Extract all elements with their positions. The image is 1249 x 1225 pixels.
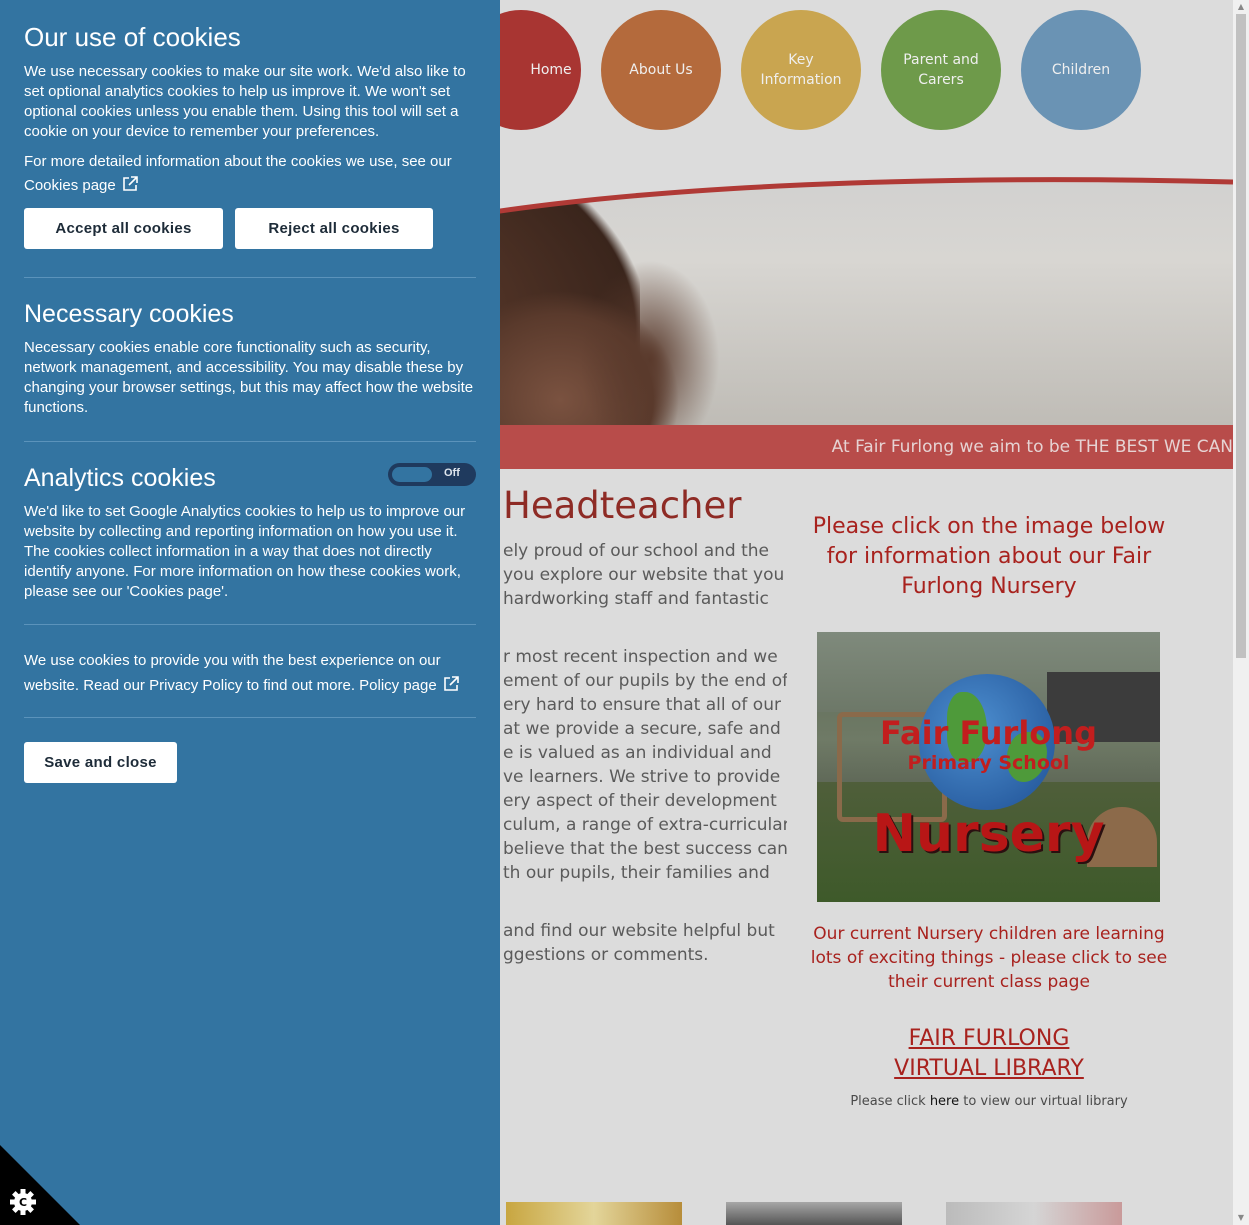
welcome-paragraph-3: and find our website helpful but ggestion… xyxy=(503,919,787,967)
cookie-panel-title: Our use of cookies xyxy=(24,22,241,52)
scroll-up-arrow-icon[interactable]: ▲ xyxy=(1233,0,1249,14)
nursery-image-title: Fair Furlong xyxy=(880,714,1097,752)
nav-about-label: About Us xyxy=(629,62,693,78)
nursery-section: Please click on the image below for info… xyxy=(810,512,1168,602)
nav-key-information[interactable]: Key Information xyxy=(741,10,861,130)
nav-parents-label: Parent and Carers xyxy=(903,52,979,88)
analytics-cookies-toggle[interactable]: Off xyxy=(388,463,476,486)
nursery-image-link[interactable]: Fair Furlong Primary School Nursery xyxy=(817,632,1160,902)
external-link-icon xyxy=(443,676,459,691)
gear-icon: C xyxy=(10,1189,36,1215)
nav-home-label: Home xyxy=(530,62,572,78)
library-link-line-1: FAIR FURLONG xyxy=(908,1026,1070,1051)
cookie-more-info: For more detailed information about the … xyxy=(24,150,476,198)
library-note: Please click here to view our virtual li… xyxy=(810,1094,1168,1109)
welcome-line: ely proud of our school and the xyxy=(503,541,769,561)
nav-key-info-label: Key Information xyxy=(760,52,842,88)
welcome-line: ement of our pupils by the end of xyxy=(503,671,787,691)
toggle-state-label: Off xyxy=(444,467,460,479)
motto-text: At Fair Furlong we aim to be THE BEST WE… xyxy=(831,437,1233,457)
library-note-before: Please click xyxy=(850,1094,930,1109)
welcome-line: ggestions or comments. xyxy=(503,945,709,965)
welcome-line: believe that the best success can xyxy=(503,839,787,859)
nursery-image-word: Nursery xyxy=(872,804,1105,864)
analytics-cookies-text: We'd like to set Google Analytics cookie… xyxy=(24,503,466,600)
nav-children-label: Children xyxy=(1051,62,1111,78)
nav-parent-carers[interactable]: Parent and Carers xyxy=(881,10,1001,130)
cookie-consent-panel: Our use of cookies We use necessary cook… xyxy=(0,0,500,1225)
necessary-cookies-heading: Necessary cookies xyxy=(24,300,234,328)
cookie-intro-text: We use necessary cookies to make our sit… xyxy=(24,63,466,140)
welcome-line: ve learners. We strive to provide xyxy=(503,767,781,787)
toggle-knob xyxy=(392,467,432,482)
policy-page-link[interactable]: Policy page xyxy=(359,676,459,694)
library-note-after: to view our virtual library xyxy=(959,1094,1128,1109)
cookies-page-link[interactable]: Cookies page xyxy=(24,176,138,194)
gallery-thumb-1[interactable] xyxy=(506,1202,682,1225)
nav-children[interactable]: Children xyxy=(1021,10,1141,130)
welcome-line: culum, a range of extra-curricular xyxy=(503,815,787,835)
nav-about-us[interactable]: About Us xyxy=(601,10,721,130)
welcome-line: ery aspect of their development xyxy=(503,791,777,811)
scroll-thumb[interactable] xyxy=(1236,14,1246,658)
welcome-paragraph-1: ely proud of our school and the you explo… xyxy=(503,539,787,611)
welcome-line: and find our website helpful but xyxy=(503,921,775,941)
welcome-line: th our pupils, their families and xyxy=(503,863,770,883)
policy-page-link-label: Policy page xyxy=(359,677,437,694)
cookie-divider-2 xyxy=(24,441,476,442)
privacy-notice: We use cookies to provide you with the b… xyxy=(24,648,476,698)
necessary-cookies-text: Necessary cookies enable core functional… xyxy=(24,339,474,416)
nursery-image-subtitle: Primary School xyxy=(907,752,1070,774)
nursery-heading: Please click on the image below for info… xyxy=(812,514,1166,599)
cookie-divider-3 xyxy=(24,624,476,625)
welcome-line: you explore our website that you xyxy=(503,565,785,585)
welcome-line: r most recent inspection and we xyxy=(503,647,778,667)
nursery-caption[interactable]: Our current Nursery children are learnin… xyxy=(810,922,1168,994)
gallery-thumb-2[interactable] xyxy=(726,1202,902,1225)
cookie-divider-1 xyxy=(24,277,476,278)
library-here-link[interactable]: here xyxy=(930,1094,959,1109)
analytics-cookies-heading: Analytics cookies xyxy=(24,464,216,492)
external-link-icon xyxy=(122,176,138,191)
welcome-line: at we provide a secure, safe and xyxy=(503,719,781,739)
cookie-settings-button[interactable]: C xyxy=(0,1145,80,1225)
accept-all-cookies-button[interactable]: Accept all cookies xyxy=(24,208,223,249)
cookies-page-link-label: Cookies page xyxy=(24,177,116,194)
cookie-divider-4 xyxy=(24,717,476,718)
welcome-paragraph-2: r most recent inspection and we ement of … xyxy=(503,645,787,885)
welcome-line: ery hard to ensure that all of our xyxy=(503,695,781,715)
scroll-down-arrow-icon[interactable]: ▼ xyxy=(1233,1211,1249,1225)
welcome-line: e is valued as an individual and xyxy=(503,743,772,763)
library-link-line-2: VIRTUAL LIBRARY xyxy=(894,1056,1084,1081)
reject-all-cookies-button[interactable]: Reject all cookies xyxy=(235,208,433,249)
cookie-more-info-text: For more detailed information about the … xyxy=(24,153,452,170)
svg-text:C: C xyxy=(19,1196,27,1209)
headteacher-heading: Headteacher xyxy=(503,484,742,527)
virtual-library-link[interactable]: FAIR FURLONG VIRTUAL LIBRARY xyxy=(810,1024,1168,1084)
gallery-thumb-3[interactable] xyxy=(946,1202,1122,1225)
save-and-close-button[interactable]: Save and close xyxy=(24,742,177,783)
welcome-line: hardworking staff and fantastic xyxy=(503,589,769,609)
